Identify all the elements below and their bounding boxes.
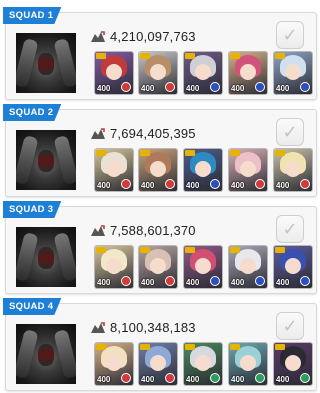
squad-card-1[interactable]: SQUAD 1 4,210,097,763 ✓ 400 400 400 400 …	[3, 7, 317, 100]
checkmark-icon: ✓	[282, 316, 298, 336]
unit-card[interactable]: 400	[273, 342, 313, 386]
unit-card[interactable]: 400	[138, 342, 178, 386]
select-checkbox[interactable]: ✓	[276, 118, 304, 146]
unit-card[interactable]: 400	[273, 51, 313, 95]
boss-portrait	[16, 33, 76, 93]
boss-portrait	[16, 227, 76, 287]
checkmark-icon: ✓	[282, 25, 298, 45]
unit-card[interactable]: 400	[183, 51, 223, 95]
select-checkbox[interactable]: ✓	[276, 312, 304, 340]
damage-value: 7,588,601,370	[110, 223, 196, 238]
damage-icon	[91, 31, 105, 42]
unit-card[interactable]: 400	[94, 342, 134, 386]
squad-card-4[interactable]: SQUAD 4 8,100,348,183 ✓ 400 400 400 400 …	[3, 298, 317, 391]
unit-card[interactable]: 400	[183, 148, 223, 192]
squad-card-3[interactable]: SQUAD 3 7,588,601,370 ✓ 400 400 400 400 …	[3, 201, 317, 294]
select-checkbox[interactable]: ✓	[276, 215, 304, 243]
squad-card-2[interactable]: SQUAD 2 7,694,405,395 ✓ 400 400 400 400 …	[3, 104, 317, 197]
checkmark-icon: ✓	[282, 122, 298, 142]
squad-label: SQUAD 2	[3, 104, 62, 121]
unit-card[interactable]: 400	[138, 51, 178, 95]
select-checkbox[interactable]: ✓	[276, 21, 304, 49]
unit-card[interactable]: 400	[228, 342, 268, 386]
unit-card[interactable]: 400	[273, 148, 313, 192]
squad-label: SQUAD 3	[3, 201, 62, 218]
damage-icon	[91, 322, 105, 333]
unit-card[interactable]: 400	[94, 245, 134, 289]
squad-list: SQUAD 1 4,210,097,763 ✓ 400 400 400 400 …	[0, 0, 320, 393]
boss-portrait	[16, 324, 76, 384]
unit-card[interactable]: 400	[228, 245, 268, 289]
unit-card[interactable]: 400	[273, 245, 313, 289]
unit-card[interactable]: 400	[94, 51, 134, 95]
damage-value: 8,100,348,183	[110, 320, 196, 335]
squad-label: SQUAD 4	[3, 298, 62, 315]
unit-card[interactable]: 400	[228, 51, 268, 95]
damage-value: 4,210,097,763	[110, 29, 196, 44]
squad-label: SQUAD 1	[3, 7, 62, 24]
unit-card[interactable]: 400	[183, 342, 223, 386]
unit-card[interactable]: 400	[94, 148, 134, 192]
damage-icon	[91, 128, 105, 139]
unit-card[interactable]: 400	[228, 148, 268, 192]
boss-portrait	[16, 130, 76, 190]
damage-value: 7,694,405,395	[110, 126, 196, 141]
unit-card[interactable]: 400	[138, 148, 178, 192]
checkmark-icon: ✓	[282, 219, 298, 239]
damage-icon	[91, 225, 105, 236]
unit-card[interactable]: 400	[138, 245, 178, 289]
unit-card[interactable]: 400	[183, 245, 223, 289]
